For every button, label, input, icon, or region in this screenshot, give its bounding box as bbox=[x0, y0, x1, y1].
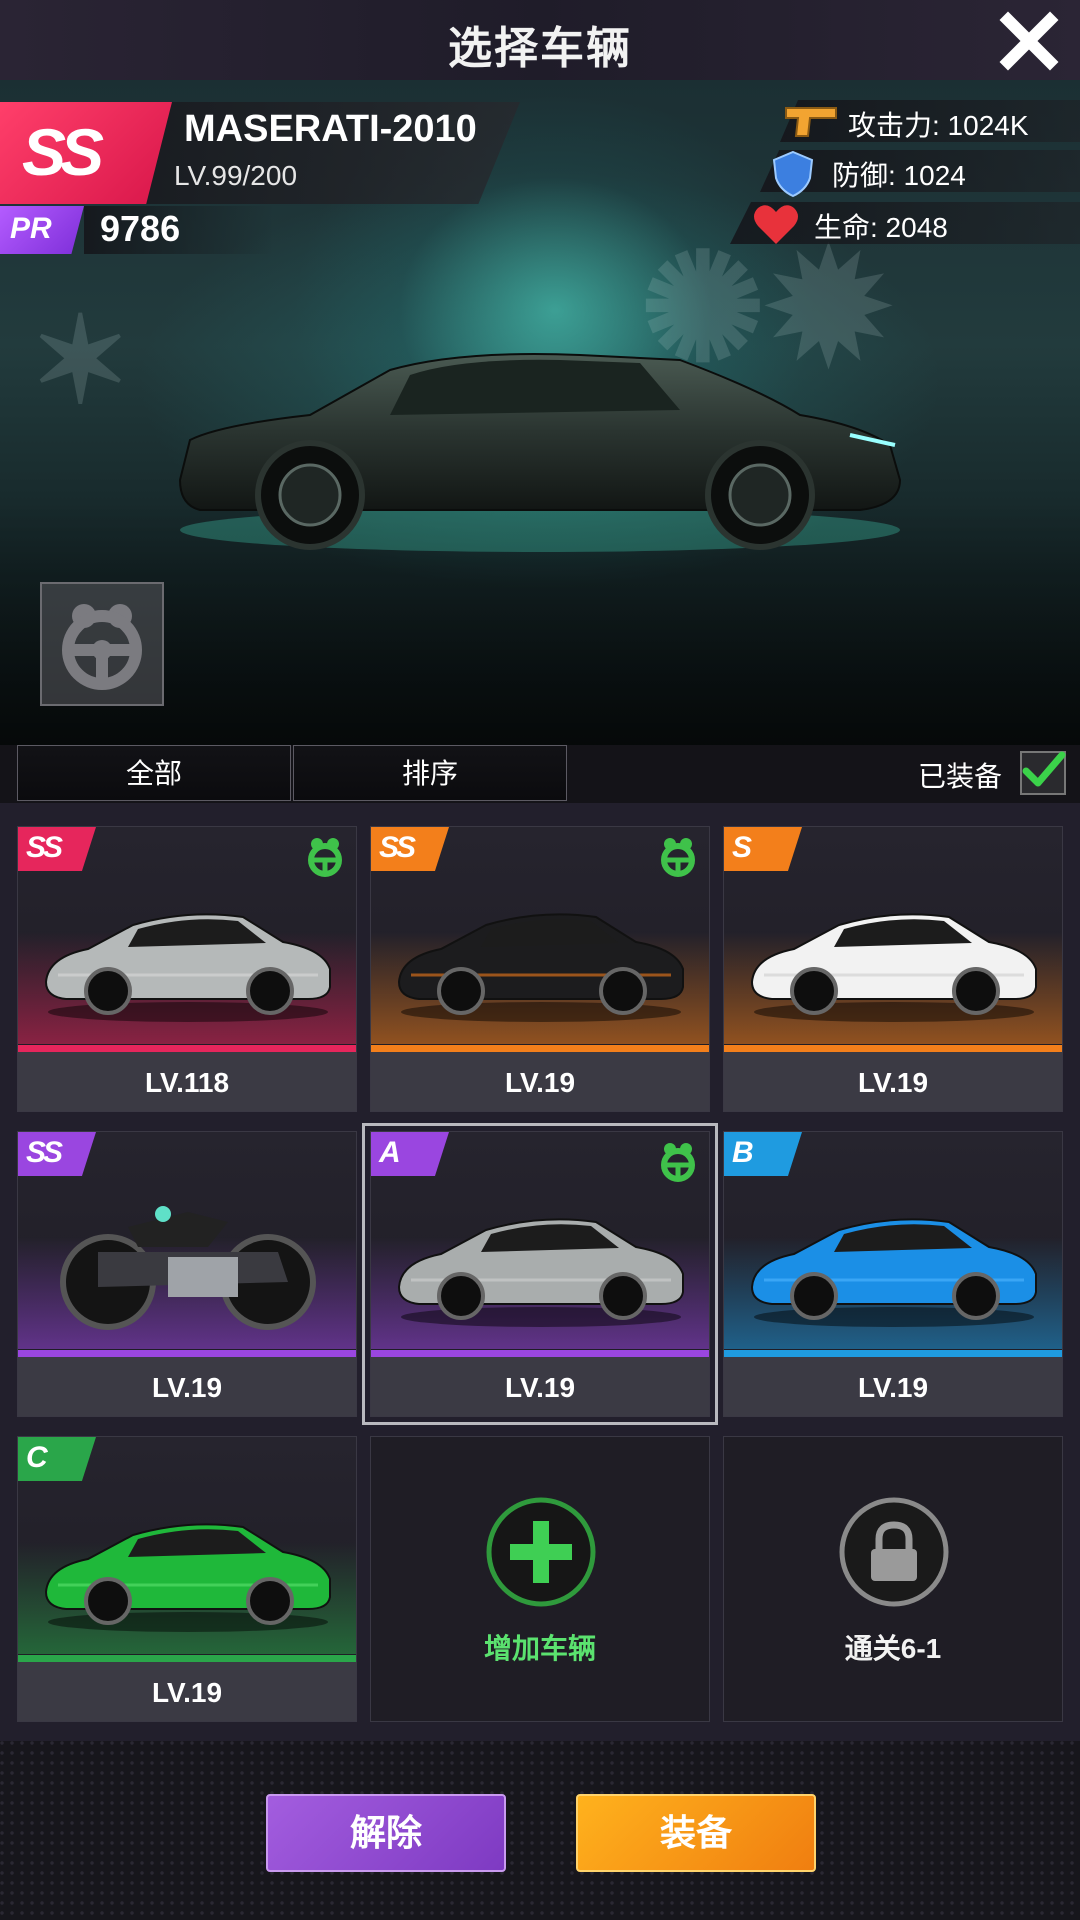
tier-badge: SS bbox=[371, 827, 449, 871]
tier-stripe bbox=[18, 1350, 356, 1357]
heart-icon bbox=[754, 205, 798, 244]
tier-badge: SS bbox=[18, 827, 96, 871]
locked-slot: 通关6-1 bbox=[723, 1436, 1063, 1722]
pistol-icon bbox=[785, 107, 837, 137]
tier-badge: S bbox=[724, 827, 802, 871]
checkmark-icon bbox=[1022, 751, 1066, 787]
steering-wheel-icon bbox=[62, 604, 142, 690]
car-image bbox=[44, 1523, 331, 1632]
tier-badge: C bbox=[18, 1437, 96, 1481]
car-level: LV.99/200 bbox=[174, 160, 298, 191]
defense-label: 防御: 1024 bbox=[832, 160, 966, 191]
tier-stripe bbox=[371, 1350, 709, 1357]
car-card[interactable]: S LV.19 bbox=[723, 826, 1063, 1112]
header-bar: 选择车辆 bbox=[0, 0, 1080, 82]
rank-badge: SS bbox=[0, 102, 172, 204]
tier-stripe bbox=[724, 1045, 1062, 1052]
tier-badge: A bbox=[371, 1132, 449, 1176]
car-card[interactable]: SS LV.19 bbox=[17, 1131, 357, 1417]
hero-car-image bbox=[178, 353, 902, 552]
car-level-label: LV.118 bbox=[18, 1052, 356, 1111]
plus-icon bbox=[486, 1497, 596, 1607]
tier-label: S bbox=[732, 831, 752, 864]
car-level-label: LV.19 bbox=[18, 1662, 356, 1721]
car-name: MASERATI-2010 bbox=[184, 108, 477, 150]
car-level-label: LV.19 bbox=[724, 1052, 1062, 1111]
car-image bbox=[750, 1218, 1037, 1327]
car-level-label: LV.19 bbox=[724, 1357, 1062, 1416]
car-card[interactable]: B LV.19 bbox=[723, 1131, 1063, 1417]
tier-stripe bbox=[18, 1655, 356, 1662]
car-card[interactable]: C LV.19 bbox=[17, 1436, 357, 1722]
unlock-requirement-label: 通关6-1 bbox=[844, 1633, 942, 1664]
tier-badge: B bbox=[724, 1132, 802, 1176]
sort-button[interactable]: 排序 bbox=[293, 745, 567, 801]
car-card[interactable]: SS LV.118 bbox=[17, 826, 357, 1112]
close-icon[interactable] bbox=[998, 10, 1060, 72]
release-button[interactable]: 解除 bbox=[266, 1794, 506, 1872]
car-image bbox=[397, 913, 684, 1022]
car-level-label: LV.19 bbox=[371, 1052, 709, 1111]
driver-assigned-icon bbox=[661, 1143, 695, 1182]
car-card[interactable]: SS LV.19 bbox=[370, 826, 710, 1112]
car-image bbox=[44, 913, 331, 1022]
rank-label: SS bbox=[22, 115, 104, 189]
car-level-label: LV.19 bbox=[371, 1357, 709, 1416]
page-title: 选择车辆 bbox=[448, 24, 632, 73]
filter-all-button[interactable]: 全部 bbox=[17, 745, 291, 801]
action-bar: 解除 装备 bbox=[0, 1741, 1080, 1920]
add-vehicle-slot[interactable]: 增加车辆 bbox=[370, 1436, 710, 1722]
graffiti-decoration: ✶ bbox=[30, 290, 131, 431]
filter-bar: 全部 排序 已装备 bbox=[0, 745, 1080, 803]
health-label: 生命: 2048 bbox=[814, 212, 948, 243]
tier-label: SS bbox=[379, 831, 416, 864]
pr-label: PR bbox=[10, 212, 52, 245]
equipped-filter-label: 已装备 bbox=[918, 761, 1003, 792]
car-level-label: LV.19 bbox=[18, 1357, 356, 1416]
equipped-checkbox[interactable] bbox=[1020, 751, 1066, 795]
tier-stripe bbox=[371, 1045, 709, 1052]
attack-label: 攻击力: 1024K bbox=[848, 110, 1029, 141]
equip-button[interactable]: 装备 bbox=[576, 1794, 816, 1872]
tier-stripe bbox=[724, 1350, 1062, 1357]
add-vehicle-label: 增加车辆 bbox=[483, 1633, 596, 1664]
tier-stripe bbox=[18, 1045, 356, 1052]
pr-value: 9786 bbox=[100, 208, 181, 249]
tier-label: SS bbox=[26, 1136, 63, 1169]
car-grid: SS LV.118 SS LV.19 S LV.19 SS LV.19 A LV.19 B LV.19… bbox=[0, 803, 1080, 1741]
pr-badge: PR bbox=[0, 206, 84, 254]
lock-icon bbox=[839, 1497, 949, 1607]
driver-slot-button[interactable] bbox=[40, 582, 164, 706]
shield-icon bbox=[772, 150, 814, 198]
car-image bbox=[397, 1218, 684, 1327]
tier-label: SS bbox=[26, 831, 63, 864]
driver-assigned-icon bbox=[308, 838, 342, 877]
driver-assigned-icon bbox=[661, 838, 695, 877]
tier-badge: SS bbox=[18, 1132, 96, 1176]
car-image bbox=[750, 913, 1037, 1022]
motorcycle-image bbox=[60, 1206, 316, 1330]
tier-label: B bbox=[732, 1136, 754, 1169]
car-card[interactable]: A LV.19 bbox=[362, 1123, 718, 1425]
tier-label: C bbox=[26, 1441, 48, 1474]
car-showcase: ✶ ✺✹ SS MASERATI-2010 LV.99/200 PR 9786 … bbox=[0, 80, 1080, 745]
tier-label: A bbox=[379, 1136, 401, 1169]
